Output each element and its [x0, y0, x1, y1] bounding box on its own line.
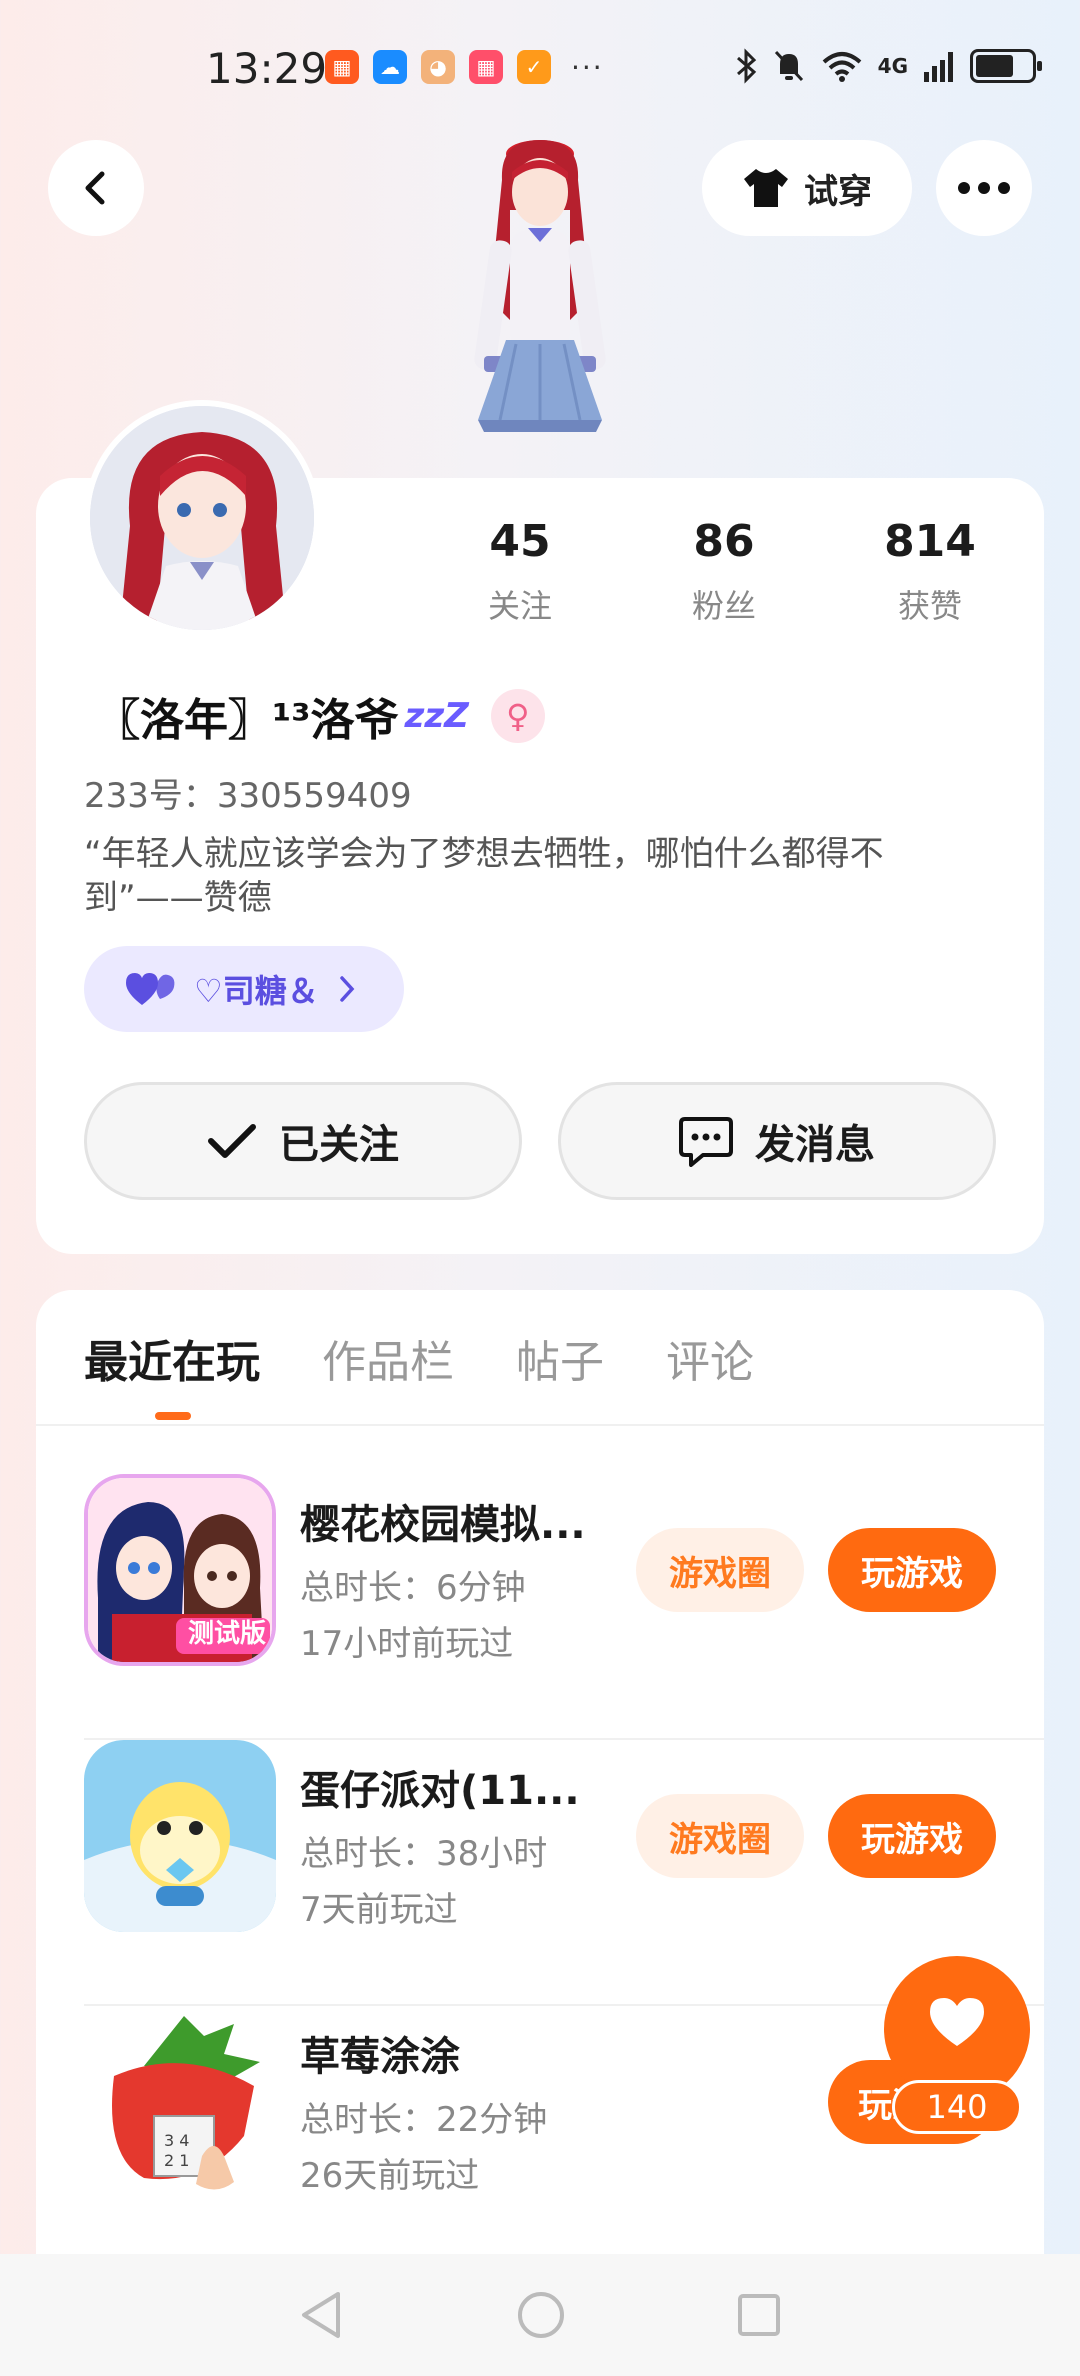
- followed-label: 已关注: [279, 1122, 399, 1168]
- heart-icon: [930, 1998, 984, 2046]
- game-duration: 总时长：38小时: [300, 1834, 548, 1874]
- game-last-played: 17小时前玩过: [300, 1624, 514, 1664]
- system-nav-bar: [0, 2254, 1080, 2376]
- game-row[interactable]: 蛋仔派对(11... 总时长：38小时 7天前玩过 游戏圈 玩游戏: [84, 1740, 1044, 2006]
- tab-recently-played[interactable]: 最近在玩: [84, 1326, 260, 1396]
- network-type-label: 4G: [877, 54, 908, 78]
- tab-works[interactable]: 作品栏: [322, 1326, 454, 1396]
- stat-likes[interactable]: 814 获赞: [840, 516, 1020, 627]
- game-name: 樱花校园模拟...: [300, 1502, 586, 1548]
- more-options-button[interactable]: [936, 140, 1032, 236]
- send-message-label: 发消息: [755, 1122, 875, 1168]
- eggy-party-artwork: [84, 1740, 276, 1932]
- tab-comments[interactable]: 评论: [666, 1326, 754, 1396]
- chevron-right-icon: [339, 976, 355, 1002]
- tab-divider: [36, 1424, 1044, 1426]
- game-duration: 总时长：22分钟: [300, 2100, 548, 2140]
- chat-bubble-icon: [679, 1117, 733, 1167]
- female-gender-icon: ♀: [490, 689, 545, 743]
- nickname-row: 〖洛年〗¹³洛爷 zzZ ♀: [96, 684, 545, 748]
- cloud-notification-icon: ☁: [373, 50, 407, 84]
- avatar-portrait: [90, 406, 314, 630]
- game-duration: 总时长：6分钟: [300, 1568, 526, 1608]
- stat-following[interactable]: 45 关注: [430, 516, 610, 627]
- svg-text:3 4: 3 4: [164, 2131, 189, 2150]
- battery-icon: [970, 49, 1042, 83]
- try-on-button[interactable]: 试穿: [702, 140, 912, 236]
- wifi-icon: [822, 52, 861, 82]
- user-id: 233号：330559409: [84, 776, 412, 816]
- followed-button[interactable]: 已关注: [84, 1082, 522, 1200]
- test-version-badge: 测试版: [187, 1619, 266, 1649]
- game-circle-button[interactable]: 游戏圈: [636, 1794, 804, 1878]
- relation-label: ♡司糖＆: [194, 972, 319, 1010]
- game-last-played: 26天前玩过: [300, 2156, 480, 2196]
- play-game-button[interactable]: 玩游戏: [828, 1528, 996, 1612]
- status-notification-icons: ▦ ☁ ◕ ▦ ✓ ···: [325, 50, 604, 84]
- following-label: 关注: [487, 587, 552, 625]
- try-on-label: 试穿: [804, 171, 872, 212]
- more-notifications-icon: ···: [571, 50, 604, 84]
- status-time: 13:29: [206, 44, 328, 93]
- status-system-icons: 4G: [736, 48, 1042, 84]
- avatar-3d-figure[interactable]: [420, 120, 660, 480]
- strawberry-pixel-artwork: 3 4 2 1: [84, 2006, 276, 2198]
- double-heart-icon: [126, 973, 175, 1005]
- mute-icon: [774, 50, 803, 82]
- check-notification-icon: ✓: [517, 50, 551, 84]
- game-circle-button[interactable]: 游戏圈: [636, 1528, 804, 1612]
- likes-label: 获赞: [897, 587, 962, 625]
- game-row[interactable]: 测试版 樱花校园模拟... 总时长：6分钟 17小时前玩过 游戏圈 玩游戏: [84, 1474, 1044, 1740]
- tshirt-icon: [744, 169, 788, 207]
- nav-back-icon[interactable]: [298, 2290, 346, 2340]
- signal-icon: [924, 52, 953, 82]
- app-notification-icon-2: ▦: [469, 50, 503, 84]
- game-last-played: 7天前玩过: [300, 1890, 458, 1930]
- nickname: 〖洛年〗¹³洛爷: [96, 695, 399, 746]
- profile-avatar[interactable]: [84, 400, 320, 636]
- play-game-button[interactable]: 玩游戏: [828, 1794, 996, 1878]
- stat-followers[interactable]: 86 粉丝: [634, 516, 814, 627]
- svg-text:2 1: 2 1: [164, 2151, 189, 2170]
- game-icon-eggy-party[interactable]: [84, 1740, 276, 1932]
- more-dots-icon: [958, 182, 1010, 194]
- followers-count: 86: [693, 516, 755, 567]
- back-button[interactable]: [48, 140, 144, 236]
- relation-tag[interactable]: ♡司糖＆: [84, 946, 404, 1032]
- status-bar: 13:29 ▦ ☁ ◕ ▦ ✓ ··· 4G: [0, 0, 1080, 140]
- game-icon-strawberry-coloring[interactable]: 3 4 2 1: [84, 2006, 276, 2198]
- nav-home-icon[interactable]: [516, 2290, 566, 2340]
- game-notification-icon: ◕: [421, 50, 455, 84]
- game-name: 草莓涂涂: [300, 2034, 460, 2080]
- active-tab-indicator: [155, 1412, 191, 1420]
- game-icon-sakura-school[interactable]: 测试版: [84, 1474, 276, 1666]
- profile-tabs: 最近在玩 作品栏 帖子 评论: [84, 1326, 754, 1396]
- like-count: 140: [892, 2080, 1022, 2134]
- game-name: 蛋仔派对(11...: [300, 1768, 580, 1814]
- checkmark-icon: [208, 1124, 256, 1158]
- nickname-sleep-emoji: zzZ: [404, 696, 469, 736]
- send-message-button[interactable]: 发消息: [558, 1082, 996, 1200]
- followers-label: 粉丝: [691, 587, 756, 625]
- bio-text: “年轻人就应该学会为了梦想去牺牲，哪怕什么都得不到”——赞德: [84, 834, 884, 918]
- following-count: 45: [489, 516, 551, 567]
- bluetooth-icon: [736, 48, 756, 84]
- tab-posts[interactable]: 帖子: [516, 1326, 604, 1396]
- app-notification-icon: ▦: [325, 50, 359, 84]
- chevron-left-icon: [85, 171, 105, 205]
- nav-recents-icon[interactable]: [736, 2292, 782, 2338]
- likes-count: 814: [884, 516, 976, 567]
